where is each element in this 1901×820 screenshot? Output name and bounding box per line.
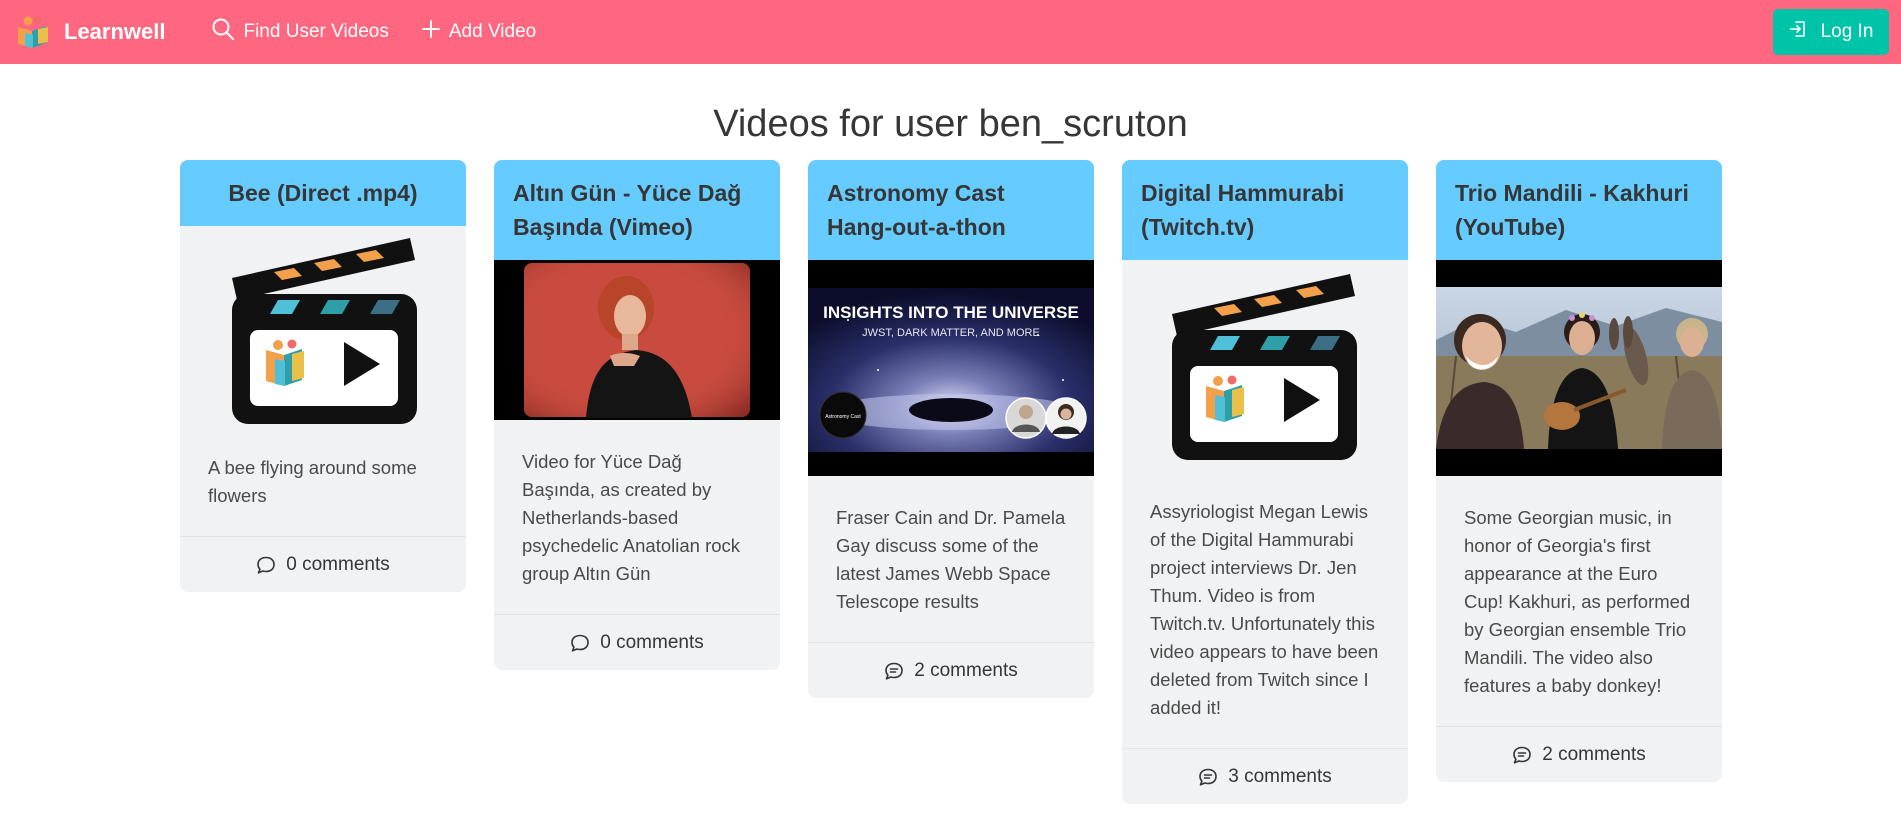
video-card[interactable]: Astronomy Cast Hang-out-a-thon INSIGHTS … [808,160,1094,698]
comments-count: 0 comments [286,553,390,575]
add-video-label: Add Video [448,21,537,42]
video-description: Assyriologist Megan Lewis of the Digital… [1150,501,1379,718]
find-user-videos-link[interactable]: Find User Videos [211,17,389,47]
find-user-videos-label: Find User Videos [243,21,389,42]
login-label: Log In [1820,21,1874,42]
video-card[interactable]: Digital Hammurabi (Twitch.tv) Assyriolog… [1122,160,1408,804]
brand-link[interactable]: Learnwell [16,15,165,49]
speech-bubble-lines-icon [884,661,904,681]
video-description: Some Georgian music, in honor of Georgia… [1464,507,1691,696]
thumb-logo: Astronomy Cast [825,414,861,420]
video-card[interactable]: Trio Mandili - Kakhuri (YouTube) Some Ge… [1436,160,1722,782]
video-description: Fraser Cain and Dr. Pamela Gay discuss s… [836,507,1066,612]
add-video-link[interactable]: Add Video [421,19,536,45]
video-description: A bee flying around some flowers [208,457,417,506]
video-title[interactable]: Altın Gün - Yüce Dağ Başında (Vimeo) [494,160,780,260]
video-thumbnail-clapperboard[interactable] [180,226,466,426]
comments-count: 2 comments [1542,743,1646,765]
video-title[interactable]: Digital Hammurabi (Twitch.tv) [1122,160,1408,260]
navbar: Learnwell Find User Videos Add Video Log… [0,0,1901,64]
plus-icon [421,19,441,45]
video-description: Video for Yüce Dağ Başında, as created b… [522,451,741,584]
video-title[interactable]: Bee (Direct .mp4) [180,160,466,226]
comments-link[interactable]: 0 comments [494,614,780,670]
speech-bubble-icon [570,633,590,653]
speech-bubble-lines-icon [1198,767,1218,787]
comments-link[interactable]: 2 comments [1436,726,1722,782]
comments-count: 2 comments [914,659,1018,681]
page-title: Videos for user ben_scruton [713,103,1188,145]
comments-count: 3 comments [1228,765,1332,787]
speech-bubble-icon [256,555,276,575]
comments-link[interactable]: 0 comments [180,536,466,592]
comments-link[interactable]: 2 comments [808,642,1094,698]
search-icon [211,17,235,47]
video-thumbnail-astronomy-cast[interactable]: INSIGHTS INTO THE UNIVERSE JWST, DARK MA… [808,260,1094,476]
comments-count: 0 comments [600,631,704,653]
video-thumbnail-clapperboard[interactable] [1122,260,1408,470]
comments-link[interactable]: 3 comments [1122,748,1408,804]
video-card-list: Bee (Direct .mp4) A bee flying around so… [0,160,1901,804]
video-card[interactable]: Bee (Direct .mp4) A bee flying around so… [180,160,466,592]
video-card[interactable]: Altın Gün - Yüce Dağ Başında (Vimeo) Vid… [494,160,780,670]
video-title[interactable]: Astronomy Cast Hang-out-a-thon [808,160,1094,260]
video-thumbnail-trio-mandili[interactable] [1436,260,1722,476]
learnwell-logo-icon [16,15,52,49]
speech-bubble-lines-icon [1512,745,1532,765]
brand-name: Learnwell [64,19,166,44]
login-button[interactable]: Log In [1773,9,1889,55]
thumb-subheading: JWST, DARK MATTER, AND MORE [862,327,1040,339]
video-title[interactable]: Trio Mandili - Kakhuri (YouTube) [1436,160,1722,260]
video-thumbnail-altin-gun[interactable] [494,260,780,420]
login-icon [1789,20,1807,44]
thumb-heading: INSIGHTS INTO THE UNIVERSE [823,303,1079,322]
